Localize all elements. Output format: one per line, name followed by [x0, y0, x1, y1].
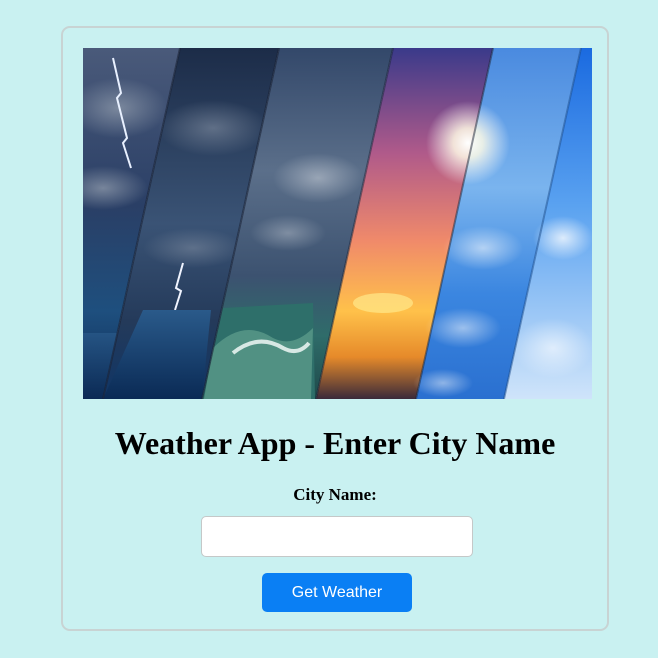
page-title: Weather App - Enter City Name: [114, 425, 556, 461]
weather-card: Weather App - Enter City Name City Name:…: [61, 26, 609, 631]
weather-collage-image: [83, 48, 592, 399]
city-name-input[interactable]: [201, 516, 473, 557]
city-name-label: City Name:: [293, 485, 377, 504]
get-weather-button[interactable]: Get Weather: [262, 573, 412, 612]
sun-icon: [426, 101, 510, 185]
